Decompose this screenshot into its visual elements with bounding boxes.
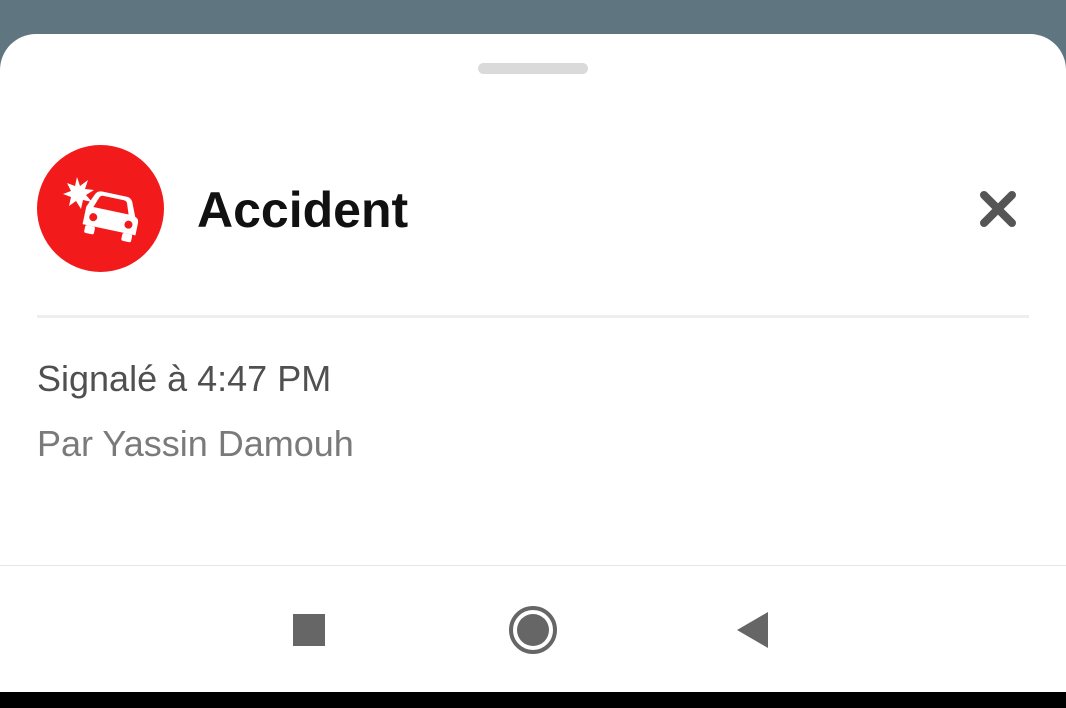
recent-apps-icon [293,614,325,646]
close-button[interactable] [973,184,1023,234]
reported-time: Signalé à 4:47 PM [37,358,332,399]
car-crash-icon [62,176,138,242]
incident-sheet: Accident Signalé à 4:47 PM Par Yassin Da… [0,34,1066,565]
back-icon [737,612,768,648]
screen: Accident Signalé à 4:47 PM Par Yassin Da… [0,0,1066,708]
divider [37,315,1029,318]
incident-title: Accident [197,182,409,238]
system-navigation-bar [0,565,1066,692]
close-icon [980,191,1016,227]
drag-handle[interactable] [478,63,588,74]
home-button[interactable] [503,600,563,660]
recent-apps-button[interactable] [281,602,337,658]
bottom-edge [0,692,1066,708]
reporter-name: Par Yassin Damouh [37,423,354,464]
incident-type-badge [37,145,164,272]
back-button[interactable] [722,602,782,658]
home-icon [509,606,557,654]
